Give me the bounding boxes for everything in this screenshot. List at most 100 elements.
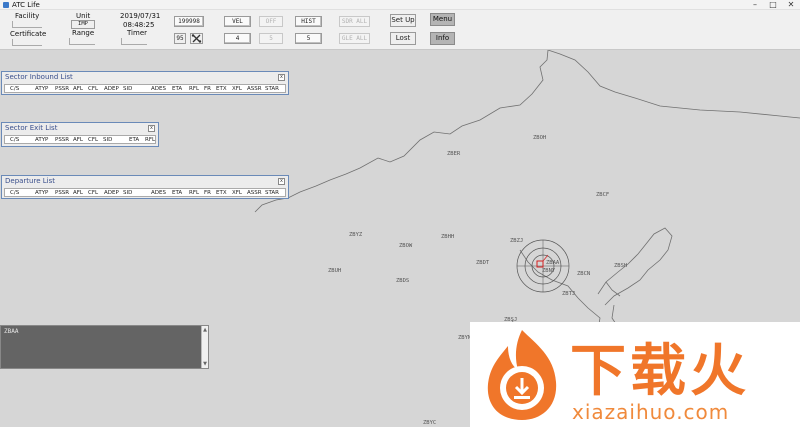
panel-title: Departure List xyxy=(5,177,55,185)
column-header[interactable]: ATYP xyxy=(35,190,48,196)
sector-label: ZBCN xyxy=(577,271,591,277)
tools-button[interactable] xyxy=(190,33,203,44)
column-header-row: C/S ATYP PSSR AFL CFL SID ETA RFL xyxy=(4,135,156,144)
column-header[interactable]: ADEP xyxy=(104,190,119,196)
time-display: 08:48:25 xyxy=(123,21,155,29)
column-header[interactable]: C/S xyxy=(10,190,19,196)
scroll-down-icon[interactable]: ▼ xyxy=(202,361,208,367)
off-value-button[interactable]: 5 xyxy=(259,33,283,44)
column-header[interactable]: ATYP xyxy=(35,137,48,143)
panel-close-button[interactable]: x xyxy=(278,178,285,185)
column-header[interactable]: AFL xyxy=(73,190,83,196)
hist-button[interactable]: HIST xyxy=(295,16,322,27)
sector-label: ZBER xyxy=(447,151,461,157)
panel-close-button[interactable]: x xyxy=(148,125,155,132)
title-bar: ATC Life – □ ✕ xyxy=(0,0,800,10)
panel-close-button[interactable]: x xyxy=(278,74,285,81)
certificate-field[interactable] xyxy=(12,39,42,46)
column-header[interactable]: ETA xyxy=(172,86,182,92)
watermark-chinese-text: 下载火 xyxy=(570,339,750,404)
squawk-button[interactable]: 199998 xyxy=(174,16,204,27)
column-header[interactable]: CFL xyxy=(88,137,98,143)
timer-label: Timer xyxy=(127,29,148,37)
message-log[interactable]: ZBAA ▲ ▼ xyxy=(0,325,209,369)
column-header[interactable]: RFL xyxy=(189,86,199,92)
column-header[interactable]: FR xyxy=(204,86,211,92)
watermark-url: xiazaihuo.com xyxy=(572,400,730,424)
departure-list: Departure List x C/S ATYP PSSR AFL CFL A… xyxy=(1,175,289,199)
sector-label: ZBHH xyxy=(441,234,455,240)
setup-button[interactable]: Set Up xyxy=(390,14,416,27)
column-header[interactable]: AFL xyxy=(73,86,83,92)
column-header[interactable]: ADES xyxy=(151,86,166,92)
column-header[interactable]: SID xyxy=(123,86,132,92)
column-header[interactable]: STAR xyxy=(265,86,279,92)
sector-label: ZBOH xyxy=(533,135,547,141)
column-header[interactable]: CFL xyxy=(88,190,98,196)
column-header[interactable]: STAR xyxy=(265,190,279,196)
column-header[interactable]: SID xyxy=(103,137,112,143)
column-header[interactable]: C/S xyxy=(10,137,19,143)
sector-label: ZBAA xyxy=(546,260,560,266)
column-header[interactable]: ASSR xyxy=(247,190,262,196)
column-header[interactable]: PSSR xyxy=(55,137,69,143)
scroll-up-icon[interactable]: ▲ xyxy=(202,327,208,333)
timer-field[interactable] xyxy=(121,38,147,45)
column-header[interactable]: ETX xyxy=(216,190,227,196)
log-scrollbar[interactable]: ▲ ▼ xyxy=(201,326,208,368)
column-header[interactable]: SID xyxy=(123,190,132,196)
gle-all-button[interactable]: GLE ALL xyxy=(339,33,370,44)
column-header[interactable]: FR xyxy=(204,190,211,196)
off-button[interactable]: OFF xyxy=(259,16,283,27)
column-header[interactable]: ADES xyxy=(151,190,166,196)
column-header[interactable]: CFL xyxy=(88,86,98,92)
maximize-button[interactable]: □ xyxy=(764,0,782,10)
column-header[interactable]: RFL xyxy=(189,190,199,196)
minimize-button[interactable]: – xyxy=(746,0,764,10)
info-button[interactable]: Info xyxy=(430,32,455,45)
column-header[interactable]: ADEP xyxy=(104,86,119,92)
sector-label: ZBUH xyxy=(328,268,342,274)
column-header[interactable]: PSSR xyxy=(55,190,69,196)
hist-value-button[interactable]: 5 xyxy=(295,33,322,44)
range-field[interactable] xyxy=(69,38,95,45)
panel-title: Sector Inbound List xyxy=(5,73,73,81)
app-icon xyxy=(3,2,9,8)
column-header[interactable]: ETA xyxy=(172,190,182,196)
range-95-button[interactable]: 95 xyxy=(174,33,186,44)
sector-label: ZBTJ xyxy=(562,291,576,297)
lost-button[interactable]: Lost xyxy=(390,32,416,45)
sector-exit-list: Sector Exit List x C/S ATYP PSSR AFL CFL… xyxy=(1,122,159,147)
facility-field[interactable] xyxy=(12,21,42,28)
column-header[interactable]: XFL xyxy=(232,190,242,196)
column-header[interactable]: ASSR xyxy=(247,86,262,92)
vel-value-button[interactable]: 4 xyxy=(224,33,251,44)
column-header[interactable]: XFL xyxy=(232,86,242,92)
column-header[interactable]: ATYP xyxy=(35,86,48,92)
flame-logo-icon xyxy=(487,330,557,420)
toolbar: Facility Certificate Unit IMP Range 2019… xyxy=(0,10,800,50)
unit-label: Unit xyxy=(76,12,91,20)
sdr-all-button[interactable]: SDR ALL xyxy=(339,16,370,27)
column-header[interactable]: RFL xyxy=(145,137,155,143)
sector-label: ZBCF xyxy=(596,192,610,198)
column-header[interactable]: C/S xyxy=(10,86,19,92)
sector-inbound-list: Sector Inbound List x C/S ATYP PSSR AFL … xyxy=(1,71,289,95)
sector-label: ZBDS xyxy=(396,278,410,284)
menu-button[interactable]: Menu xyxy=(430,13,455,26)
close-button[interactable]: ✕ xyxy=(782,0,800,10)
facility-label: Facility xyxy=(15,12,40,20)
panel-title: Sector Exit List xyxy=(5,124,58,132)
log-text: ZBAA xyxy=(4,328,19,335)
sector-label: ZBZJ xyxy=(510,238,524,244)
sector-label: ZBYZ xyxy=(349,232,363,238)
column-header[interactable]: PSSR xyxy=(55,86,69,92)
range-label: Range xyxy=(72,29,95,37)
column-header[interactable]: ETX xyxy=(216,86,227,92)
column-header[interactable]: ETA xyxy=(129,137,139,143)
unit-select[interactable]: IMP xyxy=(71,20,95,29)
vel-button[interactable]: VEL xyxy=(224,16,251,27)
sector-label: ZBNY xyxy=(542,268,556,274)
date-display: 2019/07/31 xyxy=(120,12,161,20)
column-header[interactable]: AFL xyxy=(73,137,83,143)
